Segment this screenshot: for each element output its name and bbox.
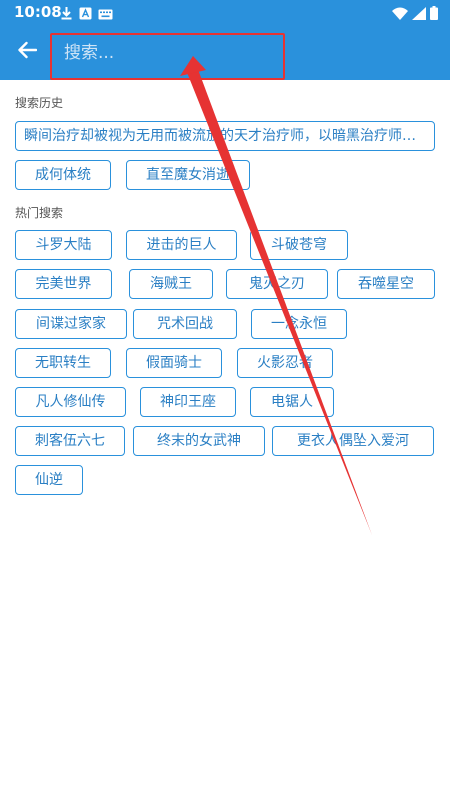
hot-tag[interactable]: 一念永恒 <box>251 309 347 339</box>
battery-icon <box>430 5 438 24</box>
hot-tag[interactable]: 火影忍者 <box>237 348 333 378</box>
status-left-icons <box>60 5 113 24</box>
history-section-title: 搜索历史 <box>15 96 64 110</box>
hot-tag[interactable]: 海贼王 <box>129 269 213 299</box>
hot-tag[interactable]: 假面骑士 <box>126 348 222 378</box>
status-right-icons <box>392 5 438 24</box>
hot-tag[interactable]: 间谍过家家 <box>15 309 127 339</box>
status-time: 10:08 <box>14 3 62 21</box>
hot-section-title: 热门搜索 <box>15 206 64 220</box>
hot-tag[interactable]: 鬼灭之刃 <box>226 269 328 299</box>
hot-tag[interactable]: 斗破苍穹 <box>250 230 348 260</box>
hot-tag[interactable]: 斗罗大陆 <box>15 230 112 260</box>
hot-tag[interactable]: 进击的巨人 <box>126 230 237 260</box>
download-icon <box>60 5 73 24</box>
arrow-left-icon <box>17 41 38 63</box>
back-button[interactable] <box>8 34 46 70</box>
hot-tag[interactable]: 吞噬星空 <box>337 269 435 299</box>
hot-tag[interactable]: 终末的女武神 <box>133 426 265 456</box>
signal-icon <box>412 5 426 24</box>
hot-tag[interactable]: 神印王座 <box>140 387 236 417</box>
app-notification-icon <box>79 5 92 24</box>
search-input[interactable] <box>60 36 283 70</box>
hot-tag[interactable]: 仙逆 <box>15 465 83 495</box>
history-tag[interactable]: 直至魔女消逝 <box>126 160 250 190</box>
wifi-icon <box>392 5 408 24</box>
hot-tag[interactable]: 电锯人 <box>250 387 334 417</box>
hot-tag[interactable]: 刺客伍六七 <box>15 426 125 456</box>
history-tag[interactable]: 成何体统 <box>15 160 111 190</box>
hot-tag[interactable]: 更衣人偶坠入爱河 <box>272 426 434 456</box>
hot-tag[interactable]: 无职转生 <box>15 348 111 378</box>
hot-tag[interactable]: 完美世界 <box>15 269 112 299</box>
search-toolbar <box>0 24 450 80</box>
keyboard-icon <box>98 5 113 24</box>
hot-tag[interactable]: 咒术回战 <box>133 309 237 339</box>
status-bar: 10:08 <box>0 0 450 24</box>
history-tag[interactable]: 瞬间治疗却被视为无用而被流放的天才治疗师，以暗黑治疗师身份肆意生活 <box>15 121 435 151</box>
hot-tag[interactable]: 凡人修仙传 <box>15 387 126 417</box>
